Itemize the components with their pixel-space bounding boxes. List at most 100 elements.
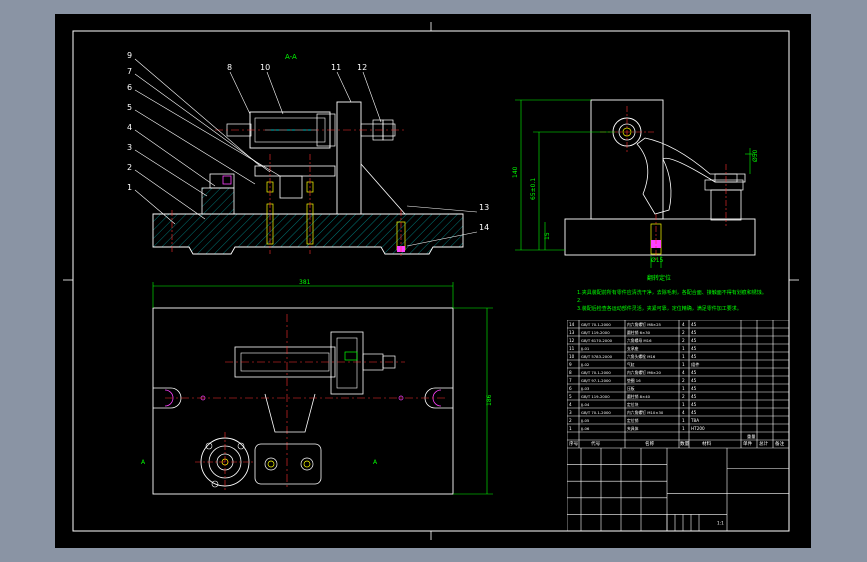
parts-row-qty: 1	[682, 386, 685, 391]
parts-row-name: 气缸	[627, 362, 635, 367]
parts-row-name: 定位销	[627, 418, 639, 423]
parts-row-mat: HT200	[691, 426, 705, 431]
parts-row-no: 2	[569, 418, 572, 423]
parts-row-no: 12	[569, 338, 575, 343]
parts-row-no: 11	[569, 346, 575, 351]
parts-row-code: GB/T 6170-2000	[581, 338, 613, 343]
parts-row-name: 内六角螺钉 M6×20	[627, 370, 661, 375]
parts-row-qty: 1	[682, 354, 685, 359]
svg-text:186: 186	[486, 394, 493, 406]
parts-row-qty: 1	[682, 418, 685, 423]
parts-row-code: JJ-02	[580, 362, 590, 367]
parts-row-code: GB/T 5783-2000	[581, 354, 613, 359]
parts-row-qty: 4	[682, 322, 685, 327]
plan-support	[330, 331, 364, 395]
svg-text:15: 15	[544, 232, 551, 240]
svg-text:1.夹具装配前所有零件应清洗干净，去除毛刺，各配合面、接触面: 1.夹具装配前所有零件应清洗干净，去除毛刺，各配合面、接触面不得有划痕和锈蚀。	[577, 289, 767, 296]
parts-row-mat: 45	[691, 402, 697, 407]
locating-block	[201, 187, 235, 215]
parts-table-svg: 14 GB/T 70.1-2000 内六角螺钉 M8×25 4 4513 GB/T 119…	[567, 320, 789, 531]
parts-row-qty: 2	[682, 330, 685, 335]
parts-row-name: 压板	[627, 386, 635, 391]
svg-text:6: 6	[127, 83, 132, 92]
parts-row-qty: 1	[682, 402, 685, 407]
svg-text:65±0.1: 65±0.1	[530, 178, 537, 200]
svg-text:10: 10	[260, 63, 270, 72]
parts-header-cell: 数量	[680, 440, 690, 447]
viewport-frame: A-A 9 7 6 5 4 3 2 1 8 10 11 12 13 14 140…	[0, 0, 867, 562]
svg-text:11: 11	[331, 63, 341, 72]
support-column	[336, 101, 362, 215]
plan-view: 381 186 A A	[141, 279, 493, 495]
svg-text:381: 381	[299, 279, 311, 286]
svg-text:140: 140	[512, 166, 519, 178]
plan-base	[152, 307, 454, 495]
parts-header-cell: 名称	[645, 440, 655, 447]
parts-row-no: 14	[569, 322, 575, 327]
parts-row-name: 圆柱销 8×40	[627, 394, 651, 399]
svg-text:Ø15: Ø15	[651, 257, 664, 264]
parts-row-code: JJ-04	[580, 402, 590, 407]
parts-header-weight: 重量	[747, 433, 755, 440]
parts-row-qty: 2	[682, 394, 685, 399]
parts-row-qty: 1	[682, 362, 685, 367]
svg-text:2: 2	[127, 163, 132, 172]
parts-row-code: GB/T 70.1-2000	[581, 370, 611, 375]
svg-text:3: 3	[127, 143, 132, 152]
drawing-canvas[interactable]: A-A 9 7 6 5 4 3 2 1 8 10 11 12 13 14 140…	[55, 14, 811, 548]
parts-row-qty: 2	[682, 338, 685, 343]
svg-text:Ø50: Ø50	[752, 149, 759, 162]
parts-row-code: GB/T 70.1-2000	[581, 322, 611, 327]
parts-row-code: JJ-05	[580, 418, 590, 423]
parts-row-mat: 45	[691, 378, 697, 383]
svg-text:3.装配后检查各运动部件灵活，夹紧可靠，定位精确，满足零件加: 3.装配后检查各运动部件灵活，夹紧可靠，定位精确，满足零件加工要求。	[577, 305, 742, 312]
parts-row-mat: 45	[691, 370, 697, 375]
parts-row-name: 定位块	[627, 402, 639, 407]
parts-row-name: 圆柱销 6×30	[627, 330, 651, 335]
parts-row-code: GB/T 70.1-2000	[581, 410, 611, 415]
tech-notes: 1.夹具装配前所有零件应清洗干净，去除毛刺，各配合面、接触面不得有划痕和锈蚀。 …	[577, 289, 767, 312]
parts-row-name: 夹具体	[627, 426, 639, 431]
parts-header-cell: 备注	[775, 440, 785, 447]
parts-row-name: 支承座	[627, 346, 639, 351]
svg-text:7: 7	[127, 67, 132, 76]
parts-row-mat: 45	[691, 394, 697, 399]
svg-text:5: 5	[127, 103, 132, 112]
parts-row-name: 六角螺母 M16	[627, 338, 652, 343]
parts-row-mat: 45	[691, 354, 697, 359]
parts-row-code: JJ-03	[580, 386, 590, 391]
parts-header-cell: 代号	[591, 440, 601, 447]
parts-header-cell: 序号	[569, 440, 579, 447]
parts-row-no: 13	[569, 330, 575, 335]
parts-row-code: GB/T 119-2000	[581, 394, 610, 399]
side-view: 140 65±0.1 15 Ø15 Ø50 翻转定位	[512, 99, 759, 282]
clamp-lever	[636, 137, 746, 215]
parts-row-qty: 4	[682, 410, 685, 415]
svg-text:9: 9	[127, 51, 132, 60]
parts-row-no: 4	[569, 402, 572, 407]
parts-header-cell: 单件	[743, 440, 753, 447]
section-label: A-A	[285, 53, 297, 61]
parts-row-mat: 45	[691, 322, 697, 327]
parts-row-mat: 45	[691, 386, 697, 391]
parts-row-code: GB/T 119-2000	[581, 330, 610, 335]
parts-row-code: GB/T 97.1-2000	[581, 378, 611, 383]
parts-row-no: 5	[569, 394, 572, 399]
parts-list-table: 14 GB/T 70.1-2000 内六角螺钉 M8×25 4 45 13 GB/T 119…	[567, 320, 789, 531]
parts-row-code: JJ-06	[580, 426, 590, 431]
parts-row-no: 9	[569, 362, 572, 367]
parts-row-mat: 45	[691, 330, 697, 335]
parts-row-no: 10	[569, 354, 575, 359]
svg-text:1: 1	[127, 183, 132, 192]
parts-row-no: 8	[569, 370, 572, 375]
parts-row-name: 六角头螺栓 M16	[627, 354, 656, 359]
svg-text:8: 8	[227, 63, 232, 72]
parts-row-qty: 1	[682, 426, 685, 431]
parts-row-no: 6	[569, 386, 572, 391]
svg-text:14: 14	[479, 223, 489, 232]
parts-row-mat: 45	[691, 338, 697, 343]
parts-row-qty: 2	[682, 378, 685, 383]
parts-row-name: 内六角螺钉 M10×30	[627, 410, 664, 415]
svg-text:13: 13	[479, 203, 489, 212]
parts-row-no: 7	[569, 378, 572, 383]
